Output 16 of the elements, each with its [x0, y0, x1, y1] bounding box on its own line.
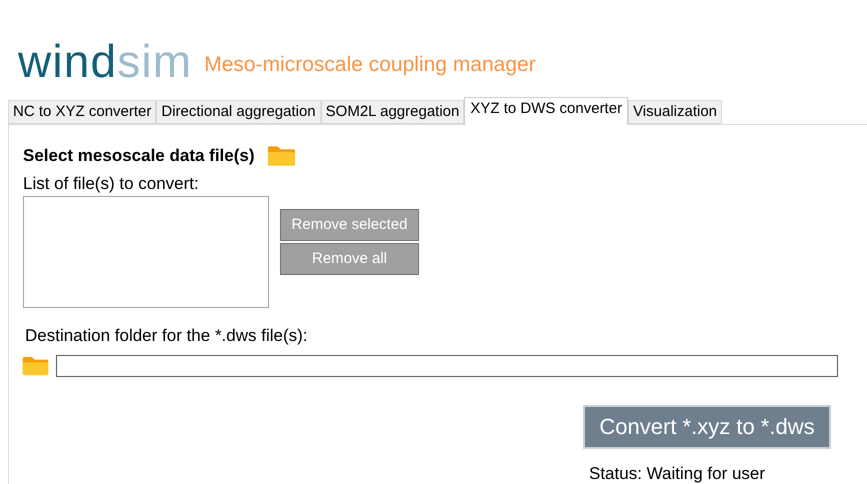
destination-field[interactable]	[56, 354, 838, 376]
logo: windsim	[18, 38, 192, 84]
tab[interactable]: NC to XYZ converter	[8, 100, 156, 124]
folder-icon[interactable]	[266, 144, 296, 167]
tab[interactable]: Visualization	[628, 100, 722, 124]
folder-icon[interactable]	[21, 356, 50, 376]
tab[interactable]: Directional aggregation	[156, 100, 321, 124]
section-heading: Select mesoscale data file(s)	[23, 145, 255, 167]
app-title: Meso-microscale coupling manager	[204, 52, 536, 78]
file-list[interactable]	[23, 196, 269, 308]
convert-button[interactable]: Convert *.xyz to *.dws	[583, 404, 831, 448]
destination-label: Destination folder for the *.dws file(s):	[25, 325, 308, 347]
tab[interactable]: SOM2L aggregation	[320, 100, 464, 124]
status-text: Status: Waiting for user	[589, 462, 766, 484]
list-label: List of file(s) to convert:	[23, 172, 199, 194]
tab[interactable]: XYZ to DWS converter	[464, 97, 628, 125]
